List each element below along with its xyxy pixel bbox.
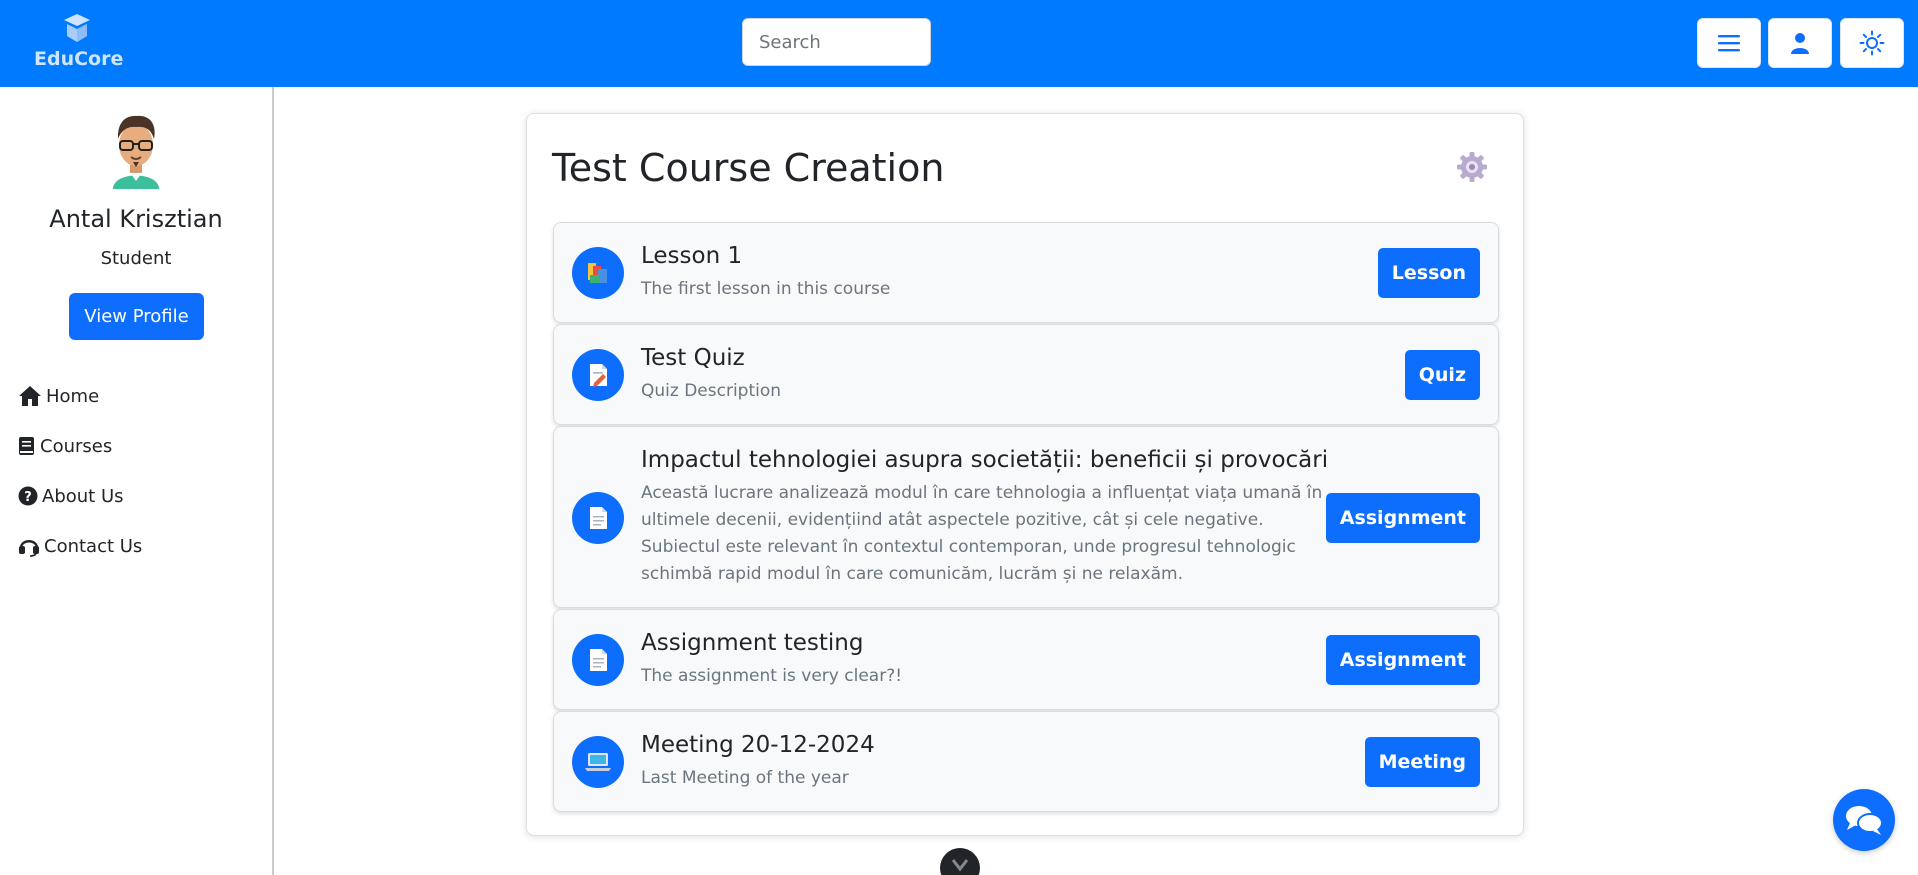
top-navbar: EduCore (0, 0, 1918, 87)
assignment-button[interactable]: Assignment (1325, 635, 1480, 685)
course-settings-button[interactable] (1455, 150, 1489, 184)
item-description: The assignment is very clear?! (641, 666, 903, 686)
item-title: Assignment testing (641, 630, 864, 656)
item-description: Last Meeting of the year (641, 768, 849, 788)
sidebar-item-about-us[interactable]: ? About Us (18, 481, 124, 511)
assignment-button[interactable]: Assignment (1325, 493, 1480, 543)
sidebar-item-label: About Us (42, 485, 124, 507)
theme-toggle-button[interactable] (1840, 18, 1904, 68)
sun-icon (1859, 30, 1885, 56)
chat-button[interactable] (1833, 789, 1895, 851)
books-icon (588, 263, 607, 283)
scroll-down-button[interactable] (940, 848, 980, 875)
graduation-cube-icon (64, 14, 90, 42)
home-icon (19, 386, 41, 406)
quiz-button[interactable]: Quiz (1404, 350, 1480, 400)
hamburger-icon (1718, 35, 1740, 52)
item-description: Această lucrare analizează modul în care… (641, 483, 1323, 584)
item-icon-badge (572, 634, 624, 686)
document-icon (590, 649, 607, 671)
profile-name: Antal Krisztian (49, 205, 223, 233)
course-card: Test Course Creation Lesson 1 The first … (526, 113, 1524, 836)
svg-text:?: ? (24, 490, 32, 505)
lesson-button[interactable]: Lesson (1377, 248, 1480, 298)
item-title: Meeting 20-12-2024 (641, 732, 875, 758)
item-description: The first lesson in this course (641, 279, 891, 299)
search-input[interactable] (742, 18, 931, 66)
course-item-assignment[interactable]: Assignment testing The assignment is ver… (553, 609, 1499, 710)
item-icon-badge (572, 736, 624, 788)
book-icon (19, 437, 34, 455)
sidebar-item-home[interactable]: Home (18, 381, 99, 411)
view-profile-button[interactable]: View Profile (69, 293, 204, 340)
brand-name: EduCore (34, 48, 124, 70)
sidebar-item-courses[interactable]: Courses (18, 431, 112, 461)
item-icon-badge (572, 247, 624, 299)
brand-logo[interactable]: EduCore (34, 12, 124, 72)
item-icon-badge (572, 492, 624, 544)
chat-bubbles-icon (1846, 806, 1883, 835)
meeting-button[interactable]: Meeting (1364, 737, 1480, 787)
sidebar-item-label: Home (46, 385, 100, 407)
item-title: Lesson 1 (641, 243, 743, 269)
item-icon-badge (572, 349, 624, 401)
course-item-assignment[interactable]: Impactul tehnologiei asupra societății: … (553, 426, 1499, 608)
sidebar-item-label: Courses (40, 435, 113, 457)
course-item-meeting[interactable]: Meeting 20-12-2024 Last Meeting of the y… (553, 711, 1499, 812)
question-icon: ? (18, 486, 38, 506)
item-description: Quiz Description (641, 381, 782, 401)
gear-icon (1457, 152, 1487, 182)
user-icon (1791, 33, 1809, 54)
course-item-quiz[interactable]: Test Quiz Quiz Description Quiz (553, 324, 1499, 425)
item-title: Test Quiz (641, 345, 745, 371)
headset-icon (19, 540, 39, 557)
item-title: Impactul tehnologiei asupra societății: … (641, 447, 1329, 473)
course-item-lesson[interactable]: Lesson 1 The first lesson in this course… (553, 222, 1499, 323)
avatar (105, 109, 167, 189)
quiz-icon (590, 364, 607, 387)
user-button[interactable] (1768, 18, 1832, 68)
sidebar-item-label: Contact Us (44, 535, 143, 557)
sidebar: Antal Krisztian Student View Profile Hom… (0, 87, 274, 875)
menu-button[interactable] (1697, 18, 1761, 68)
laptop-icon (585, 753, 611, 771)
course-title: Test Course Creation (552, 146, 945, 190)
chevron-down-icon (951, 859, 969, 872)
document-icon (590, 507, 607, 529)
sidebar-item-contact-us[interactable]: Contact Us (18, 531, 142, 561)
profile-role: Student (100, 248, 172, 269)
